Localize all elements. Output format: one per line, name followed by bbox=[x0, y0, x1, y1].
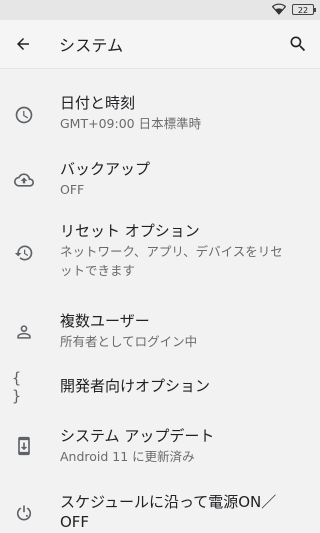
item-title: 日付と時刻 bbox=[60, 94, 136, 112]
cloud-upload-icon bbox=[12, 168, 36, 192]
system-update-icon bbox=[12, 434, 36, 458]
item-summary: GMT+09:00 日本標準時 bbox=[60, 116, 202, 131]
braces-glyph: { } bbox=[12, 369, 21, 405]
arrow-back-icon bbox=[17, 38, 29, 50]
wifi-icon bbox=[272, 3, 286, 15]
search-button[interactable] bbox=[286, 32, 310, 56]
status-icons: 22 bbox=[272, 3, 316, 15]
list-item-date-time[interactable]: 日付と時刻 GMT+09:00 日本標準時 bbox=[0, 86, 320, 140]
battery-indicator: 22 bbox=[292, 3, 316, 15]
list-item-backup[interactable]: バックアップ OFF bbox=[0, 150, 320, 206]
restore-icon bbox=[12, 241, 36, 265]
item-title: 複数ユーザー bbox=[60, 312, 150, 330]
item-summary: Android 11 に更新済み bbox=[60, 449, 195, 464]
list-item-reset-options[interactable]: リセット オプション ネットワーク、アプリ、デバイスをリセ ットできます bbox=[0, 214, 320, 292]
list-item-multiple-users[interactable]: 複数ユーザー 所有者としてログイン中 bbox=[0, 302, 320, 358]
status-bar: 22 bbox=[0, 0, 320, 20]
power-schedule-icon bbox=[12, 501, 36, 525]
page-title: システム bbox=[59, 36, 124, 55]
toolbar: システム bbox=[0, 20, 320, 69]
item-summary: 所有者としてログイン中 bbox=[60, 334, 198, 349]
item-title: バックアップ bbox=[60, 160, 151, 178]
item-summary-line2: ットできます bbox=[60, 263, 136, 278]
search-icon bbox=[290, 36, 306, 52]
person-icon bbox=[12, 320, 36, 344]
screen: 22 システム 日付と時刻 GMT+09:00 日本標準時 バックアップ OFF… bbox=[0, 0, 320, 533]
item-title: 開発者向けオプション bbox=[60, 377, 211, 395]
item-title: システム アップデート bbox=[60, 427, 215, 445]
clock-icon bbox=[12, 103, 36, 127]
back-button[interactable] bbox=[11, 32, 35, 56]
code-braces-icon: { } bbox=[12, 369, 36, 405]
item-title: リセット オプション bbox=[60, 222, 200, 240]
item-summary: OFF bbox=[60, 182, 85, 197]
item-summary-line1: ネットワーク、アプリ、デバイスをリセ bbox=[60, 244, 283, 259]
item-title-line1: スケジュールに沿って電源ON／ bbox=[60, 493, 277, 511]
list-item-scheduled-power[interactable]: スケジュールに沿って電源ON／ OFF bbox=[0, 478, 320, 533]
list-item-system-update[interactable]: システム アップデート Android 11 に更新済み bbox=[0, 412, 320, 478]
item-title-line2: OFF bbox=[60, 513, 90, 531]
list-item-developer-options[interactable]: { } 開発者向けオプション bbox=[0, 364, 320, 410]
